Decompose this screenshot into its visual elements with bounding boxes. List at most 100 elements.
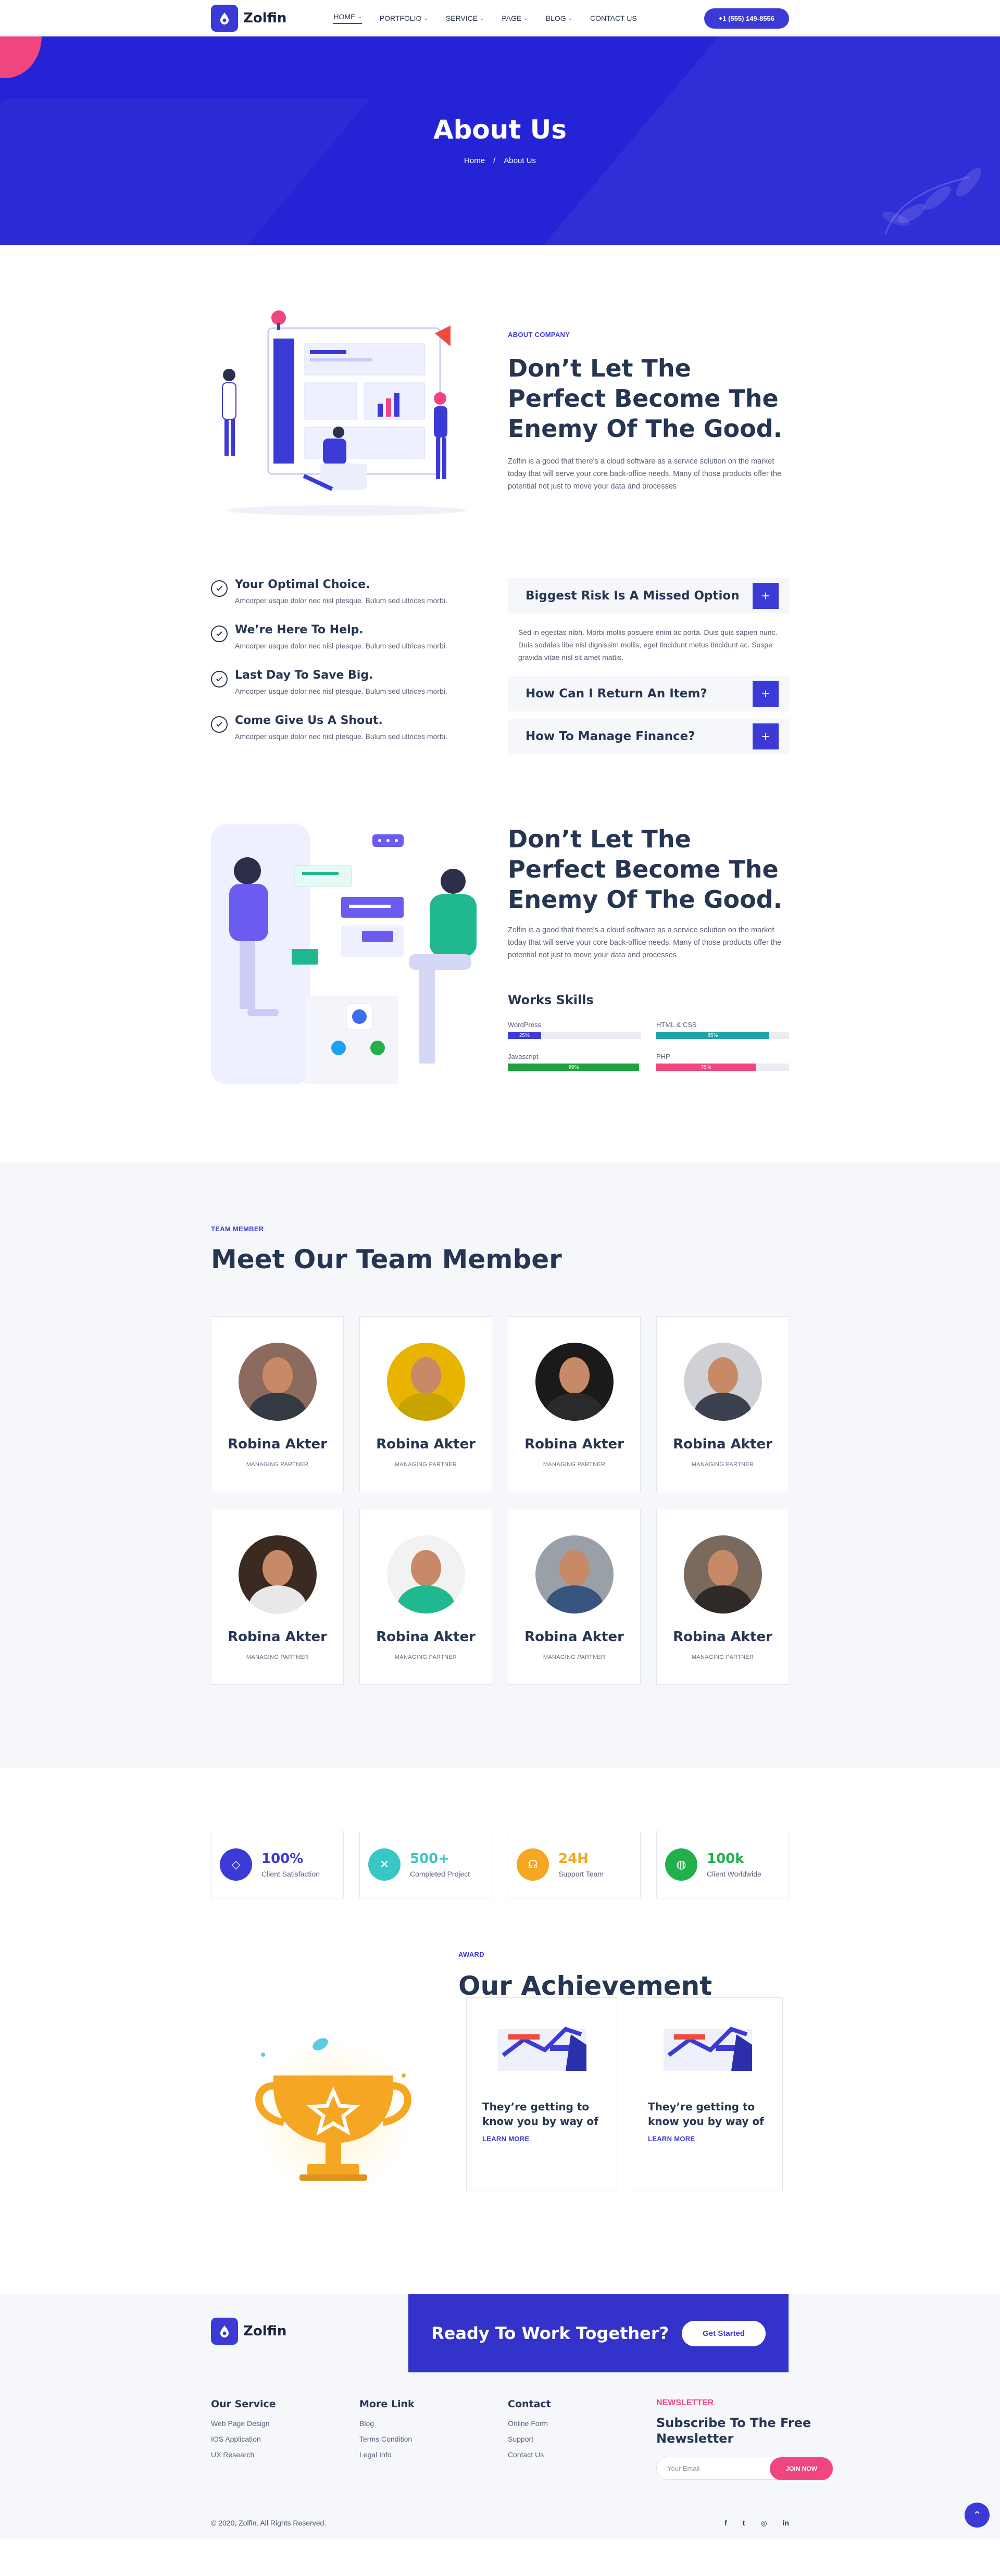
member-role: MANAGING PARTNER — [691, 1654, 754, 1660]
social-links: f t ◎ in — [724, 2519, 789, 2528]
nav-item-portfolio[interactable]: PORTFOLIO ⌄ — [380, 12, 428, 24]
page-hero: About Us Home / About Us — [0, 36, 1000, 245]
skill-bar: WordPress 25% — [508, 1021, 641, 1039]
newsletter-label: NEWSLETTER — [656, 2398, 714, 2407]
accordion-item-open[interactable]: Biggest Risk Is A Missed Option + — [508, 578, 789, 614]
team-card[interactable]: Robina Akter MANAGING PARTNER — [656, 1316, 789, 1492]
member-role: MANAGING PARTNER — [246, 1461, 309, 1468]
breadcrumb-current: About Us — [504, 156, 536, 165]
footer-link[interactable]: Blog — [359, 2419, 508, 2428]
footer-link[interactable]: Online Form — [508, 2419, 656, 2428]
team-card[interactable]: Robina Akter MANAGING PARTNER — [211, 1509, 344, 1685]
diamond-icon: ◇ — [220, 1848, 252, 1881]
footer-column: Contact Online Form Support Contact Us — [508, 2398, 656, 2480]
logo-text: Zolfin — [243, 10, 287, 26]
instagram-icon[interactable]: ◎ — [760, 2519, 767, 2528]
skills-section-text: Zolfin is a good that there's a cloud so… — [508, 926, 781, 959]
footer-logo[interactable]: Zolfin — [211, 2318, 286, 2345]
member-role: MANAGING PARTNER — [691, 1461, 754, 1468]
phone-button[interactable]: +1 (555) 149-8556 — [704, 8, 789, 29]
footer-link[interactable]: UX Research — [211, 2450, 359, 2459]
main-menu: HOME ⌄ PORTFOLIO ⌄ SERVICE ⌄ PAGE ⌄ BLOG ⌄ CONTACT… — [333, 12, 637, 24]
scroll-top-icon[interactable]: ⌃ — [965, 2503, 990, 2528]
feature-item: We’re Here To Help. Amcorper usque dolor … — [211, 623, 492, 650]
team-card[interactable]: Robina Akter MANAGING PARTNER — [211, 1316, 344, 1492]
accordion-item[interactable]: How To Manage Finance? + — [508, 719, 789, 754]
footer-link[interactable]: Web Page Design — [211, 2419, 359, 2428]
nav-item-label: SERVICE — [445, 14, 478, 22]
footer-logo-text: Zolfin — [243, 2323, 287, 2339]
about-text-block: ABOUT COMPANY Don’t Let The Perfect Beco… — [508, 331, 789, 493]
cta-banner: Ready To Work Together? Get Started — [408, 2294, 789, 2372]
feature-title: Come Give Us A Shout. — [235, 714, 383, 727]
skill-fill: 99% — [508, 1064, 640, 1071]
faq-accordion: Biggest Risk Is A Missed Option + Sed in… — [508, 578, 789, 761]
member-name: Robina Akter — [376, 1436, 476, 1452]
logo[interactable]: Zolfin — [211, 5, 286, 32]
member-name: Robina Akter — [524, 1629, 624, 1645]
globe-icon: ◍ — [665, 1848, 697, 1881]
nav-item-contact-us[interactable]: CONTACT US — [590, 12, 637, 24]
learn-more-link[interactable]: LEARN MORE — [648, 2135, 767, 2143]
join-now-button[interactable]: JOIN NOW — [770, 2457, 833, 2480]
accordion-item[interactable]: How Can I Return An Item? + — [508, 676, 789, 711]
nav-item-blog[interactable]: BLOG ⌄ — [546, 12, 572, 24]
footer-link[interactable]: Support — [508, 2435, 656, 2443]
chevron-down-icon: ⌄ — [568, 15, 573, 21]
stat-number: 24H — [558, 1851, 589, 1867]
team-card[interactable]: Robina Akter MANAGING PARTNER — [508, 1509, 641, 1685]
footer-link[interactable]: Legal Info — [359, 2450, 508, 2459]
skills-block: Don’t Let The Perfect Become The Enemy O… — [508, 824, 789, 1084]
get-started-button[interactable]: Get Started — [682, 2320, 766, 2346]
stat-card: ◍ 100k Client Worldwide — [656, 1831, 789, 1898]
footer-link[interactable]: IOS Application — [211, 2435, 359, 2443]
footer-link[interactable]: Terms Condition — [359, 2435, 508, 2443]
plus-icon[interactable]: + — [753, 723, 779, 749]
twitter-icon[interactable]: t — [743, 2519, 745, 2528]
leaf-decoration-icon — [882, 168, 982, 234]
feature-title: We’re Here To Help. — [235, 623, 364, 636]
avatar — [683, 1535, 762, 1614]
breadcrumb-home[interactable]: Home — [464, 156, 485, 165]
skill-bar: Javascript 99% — [508, 1053, 641, 1071]
footer-link[interactable]: Contact Us — [508, 2450, 656, 2459]
linkedin-icon[interactable]: in — [783, 2519, 789, 2528]
plus-icon[interactable]: + — [753, 583, 779, 609]
footer-bottom: © 2020, Zolfin. All Rights Reserved. f t ◎… — [211, 2508, 789, 2528]
nav-item-home[interactable]: HOME ⌄ — [333, 12, 362, 24]
achievement-card-title: They’re getting to know you by way of — [482, 2100, 598, 2128]
nav-item-label: HOME — [333, 12, 356, 21]
chevron-down-icon: ⌄ — [423, 15, 428, 21]
stat-number: 100k — [707, 1851, 744, 1867]
stat-caption: Completed Project — [410, 1870, 470, 1878]
nav-item-page[interactable]: PAGE ⌄ — [502, 12, 528, 24]
footer-column-title: Contact — [508, 2398, 551, 2410]
check-circle-icon — [211, 671, 228, 687]
plus-icon[interactable]: + — [753, 681, 779, 707]
skill-percent: 99% — [568, 1064, 579, 1070]
facebook-icon[interactable]: f — [724, 2519, 727, 2528]
learn-more-link[interactable]: LEARN MORE — [482, 2135, 601, 2143]
trophy-illustration — [255, 2038, 411, 2195]
accordion-title: How To Manage Finance? — [526, 730, 695, 743]
team-work-illustration — [211, 824, 477, 1084]
feature-text: Amcorper usque dolor nec nisl ptesque. B… — [235, 687, 447, 695]
feature-text: Amcorper usque dolor nec nisl ptesque. B… — [235, 732, 447, 741]
achievement-eyebrow: AWARD — [458, 1950, 484, 1958]
skill-label: WordPress — [508, 1021, 542, 1029]
team-card[interactable]: Robina Akter MANAGING PARTNER — [359, 1509, 492, 1685]
email-field[interactable]: Your Email JOIN NOW — [656, 2457, 833, 2480]
stat-card: ✕ 500+ Completed Project — [359, 1831, 492, 1898]
avatar — [535, 1343, 614, 1421]
team-card[interactable]: Robina Akter MANAGING PARTNER — [508, 1316, 641, 1492]
skill-fill: 25% — [508, 1032, 541, 1039]
member-name: Robina Akter — [228, 1629, 327, 1645]
check-circle-icon — [211, 716, 228, 733]
nav-item-label: PORTFOLIO — [379, 14, 422, 22]
team-eyebrow: TEAM MEMBER — [211, 1225, 264, 1233]
team-card[interactable]: Robina Akter MANAGING PARTNER — [656, 1509, 789, 1685]
team-card[interactable]: Robina Akter MANAGING PARTNER — [359, 1316, 492, 1492]
nav-item-service[interactable]: SERVICE ⌄ — [446, 12, 484, 24]
accordion-open-text: Sed in egestas nibh. Morbi mollis posuer… — [518, 628, 778, 661]
newsletter: NEWSLETTER Subscribe To The Free Newslet… — [656, 2398, 833, 2480]
